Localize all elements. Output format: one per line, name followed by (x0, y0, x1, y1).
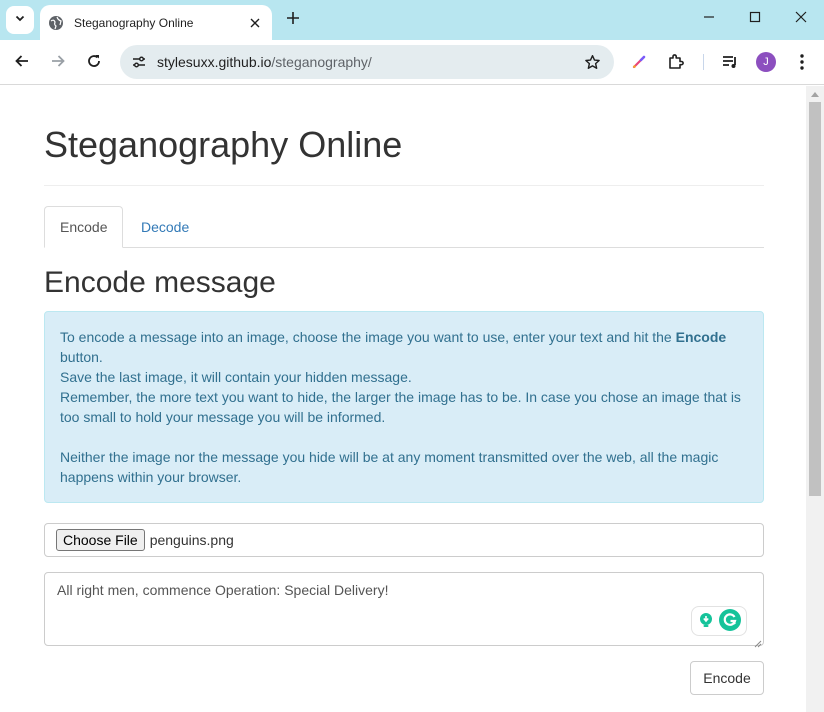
more-menu-icon[interactable] (791, 51, 813, 73)
info-line-1: To encode a message into an image, choos… (60, 329, 727, 365)
close-icon (795, 10, 807, 28)
url-host: stylesuxx.github.io (157, 54, 272, 70)
arrow-right-icon (50, 53, 66, 74)
browser-tab-active[interactable]: Steganography Online (40, 5, 272, 40)
tab-title: Steganography Online (74, 15, 194, 30)
tab-encode[interactable]: Encode (44, 206, 124, 248)
chevron-down-icon (14, 11, 26, 29)
close-tab-icon[interactable] (246, 14, 264, 32)
info-encode-bold: Encode (675, 329, 727, 345)
selected-file-name: penguins.png (149, 532, 234, 548)
maximize-icon (749, 10, 761, 28)
choose-file-button[interactable]: Choose File (56, 529, 145, 551)
info-alert: To encode a message into an image, choos… (44, 311, 764, 503)
profile-avatar[interactable]: J (756, 52, 776, 72)
color-picker-extension-icon[interactable] (628, 51, 650, 73)
url-path: /steganography/ (271, 54, 372, 70)
globe-icon (48, 15, 64, 31)
section-title: Encode message (44, 266, 276, 299)
page-title: Steganography Online (44, 124, 403, 165)
message-textarea[interactable]: All right men, commence Operation: Speci… (44, 572, 764, 648)
reload-button[interactable] (81, 50, 107, 76)
close-window-button[interactable] (786, 6, 816, 32)
grammarly-icon[interactable] (718, 608, 742, 635)
bookmark-star-icon[interactable] (582, 52, 602, 72)
title-divider (44, 185, 764, 186)
plus-icon (286, 11, 300, 30)
minimize-button[interactable] (694, 6, 724, 32)
site-info-icon[interactable] (128, 51, 150, 73)
mode-tabs: Encode Decode (44, 206, 764, 248)
resize-handle-icon[interactable] (753, 635, 762, 648)
tab-decode[interactable]: Decode (126, 206, 204, 248)
lightbulb-icon[interactable] (697, 611, 715, 632)
info-line-2: Save the last image, it will contain you… (60, 369, 412, 385)
back-button[interactable] (9, 50, 35, 76)
url-text: stylesuxx.github.io/steganography/ (157, 54, 582, 70)
tab-strip: Steganography Online (0, 0, 824, 40)
toolbar-separator (703, 54, 704, 70)
encode-button[interactable]: Encode (690, 661, 764, 695)
scroll-thumb[interactable] (809, 102, 821, 496)
grammarly-widget[interactable] (691, 606, 747, 636)
file-input[interactable]: Choose File penguins.png (44, 523, 764, 557)
scroll-up-arrow-icon[interactable] (806, 86, 824, 102)
browser-toolbar: stylesuxx.github.io/steganography/ J (0, 40, 824, 85)
page-scrollbar[interactable] (806, 86, 824, 712)
info-line-4: Neither the image nor the message you hi… (60, 449, 719, 485)
info-line-3: Remember, the more text you want to hide… (60, 389, 741, 425)
minimize-icon (703, 10, 715, 28)
arrow-left-icon (14, 53, 30, 74)
new-tab-button[interactable] (282, 9, 304, 31)
forward-button[interactable] (45, 50, 71, 76)
address-bar[interactable]: stylesuxx.github.io/steganography/ (120, 45, 614, 79)
extensions-puzzle-icon[interactable] (665, 51, 687, 73)
tab-search-button[interactable] (6, 6, 34, 34)
maximize-button[interactable] (740, 6, 770, 32)
message-text: All right men, commence Operation: Speci… (57, 582, 389, 598)
reload-icon (86, 53, 102, 74)
media-queue-icon[interactable] (719, 51, 741, 73)
